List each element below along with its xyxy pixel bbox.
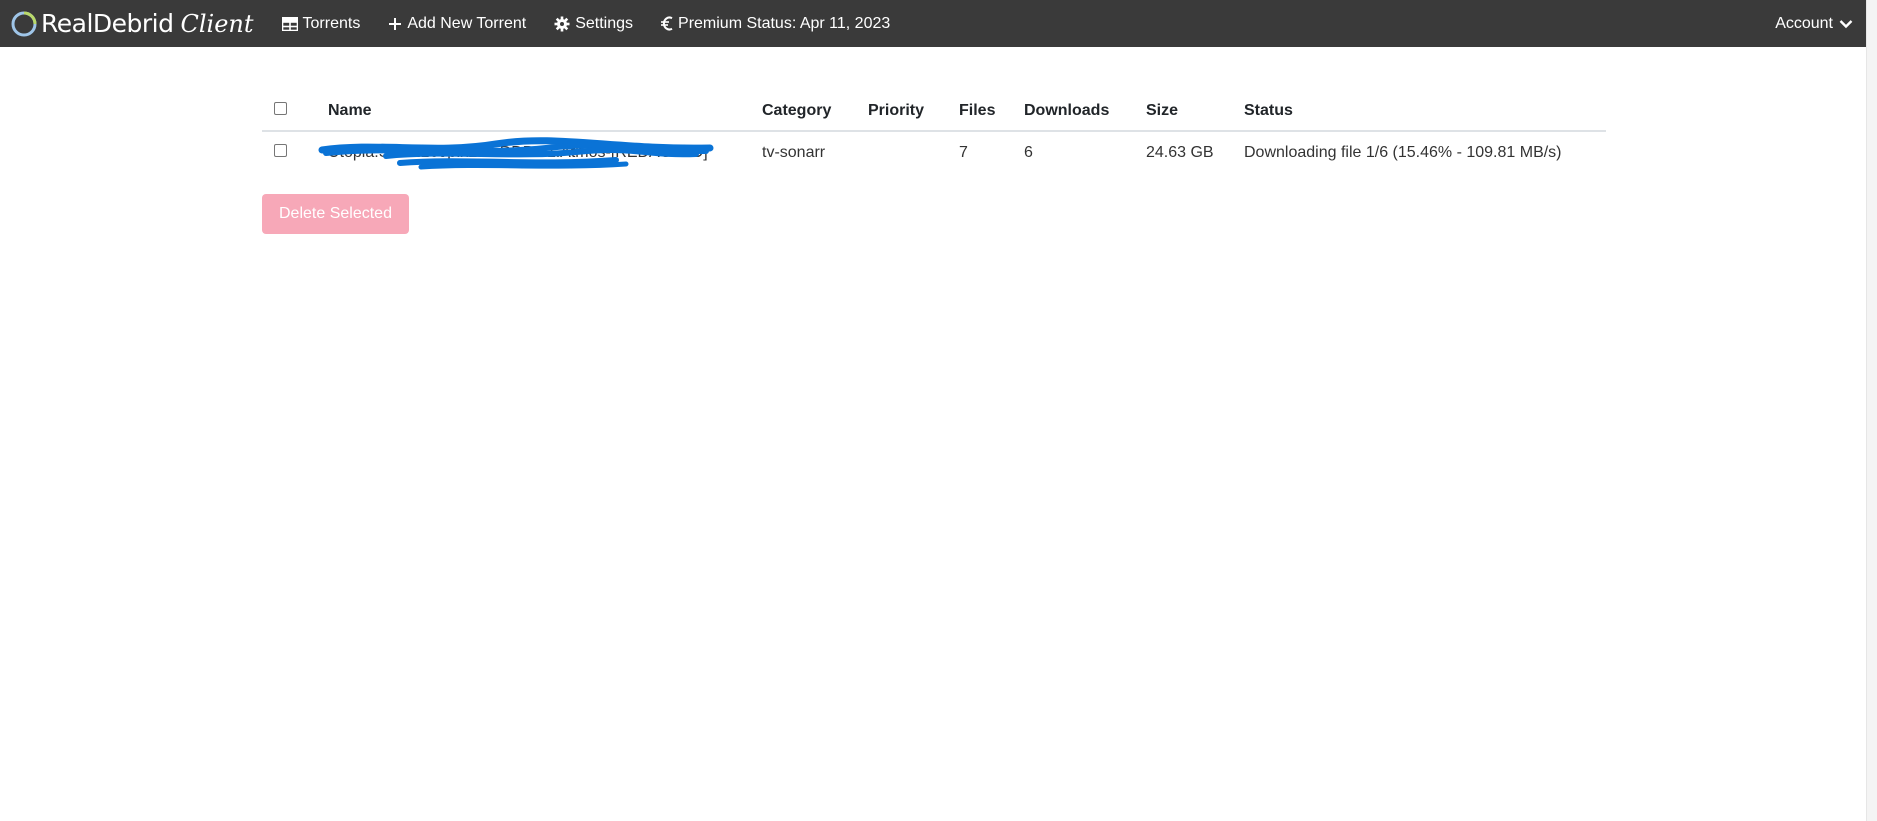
grid-table-icon <box>281 16 298 31</box>
column-header-name[interactable]: Name <box>328 92 762 132</box>
row-select-checkbox[interactable] <box>274 144 287 157</box>
nav-torrents-label: Torrents <box>302 14 361 32</box>
torrent-files: 7 <box>959 144 968 161</box>
nav-premium-status-label: Premium Status: Apr 11, 2023 <box>678 14 891 32</box>
column-header-downloads[interactable]: Downloads <box>1024 92 1146 132</box>
column-header-files[interactable]: Files <box>959 92 1024 132</box>
nav-torrents[interactable]: Torrents <box>281 0 361 47</box>
gear-icon <box>554 16 570 31</box>
account-menu[interactable]: Account <box>1775 0 1853 47</box>
torrents-content: Name Category Priority Files Downloads S… <box>262 92 1606 234</box>
torrent-downloads: 6 <box>1024 144 1033 161</box>
chevron-down-icon <box>1839 19 1853 28</box>
table-row[interactable]: Utopia.S01.2160p.x264.DDP5.1.Atmos-[REDA… <box>262 131 1606 174</box>
table-header-row: Name Category Priority Files Downloads S… <box>262 92 1606 132</box>
brand-suffix: Client <box>180 9 254 38</box>
torrent-priority <box>868 131 959 174</box>
torrent-name[interactable]: Utopia.S01.2160p.x264.DDP5.1.Atmos-[REDA… <box>328 144 708 161</box>
torrents-table: Name Category Priority Files Downloads S… <box>262 92 1606 174</box>
row-select-cell <box>262 131 328 174</box>
torrent-status: Downloading file 1/6 (15.46% - 109.81 MB… <box>1244 144 1562 161</box>
brand[interactable]: RealDebrid Client <box>10 0 254 47</box>
torrent-category: tv-sonarr <box>762 144 826 161</box>
plus-icon <box>389 17 402 30</box>
page-scrollbar[interactable] <box>1866 0 1877 821</box>
delete-selected-button[interactable]: Delete Selected <box>262 194 409 234</box>
torrent-size: 24.63 GB <box>1146 144 1214 161</box>
column-header-priority[interactable]: Priority <box>868 92 959 132</box>
nav-settings[interactable]: Settings <box>554 0 633 47</box>
realdebrid-logo-icon <box>11 11 37 36</box>
euro-icon <box>661 16 673 31</box>
select-all-cell <box>262 92 328 132</box>
column-header-size[interactable]: Size <box>1146 92 1244 132</box>
nav-premium-status[interactable]: Premium Status: Apr 11, 2023 <box>661 0 890 47</box>
nav-settings-label: Settings <box>575 14 634 32</box>
page: RealDebrid Client Torrents Add New Torre… <box>0 0 1877 821</box>
account-label: Account <box>1775 14 1833 32</box>
nav-add-new-torrent[interactable]: Add New Torrent <box>388 0 526 47</box>
brand-name: RealDebrid <box>41 9 174 38</box>
torrent-name-cell: Utopia.S01.2160p.x264.DDP5.1.Atmos-[REDA… <box>318 131 762 174</box>
nav-add-new-torrent-label: Add New Torrent <box>407 14 527 32</box>
column-header-category[interactable]: Category <box>762 92 868 132</box>
top-navbar: RealDebrid Client Torrents Add New Torre… <box>0 0 1867 47</box>
select-all-checkbox[interactable] <box>274 102 287 115</box>
column-header-status[interactable]: Status <box>1244 92 1606 132</box>
